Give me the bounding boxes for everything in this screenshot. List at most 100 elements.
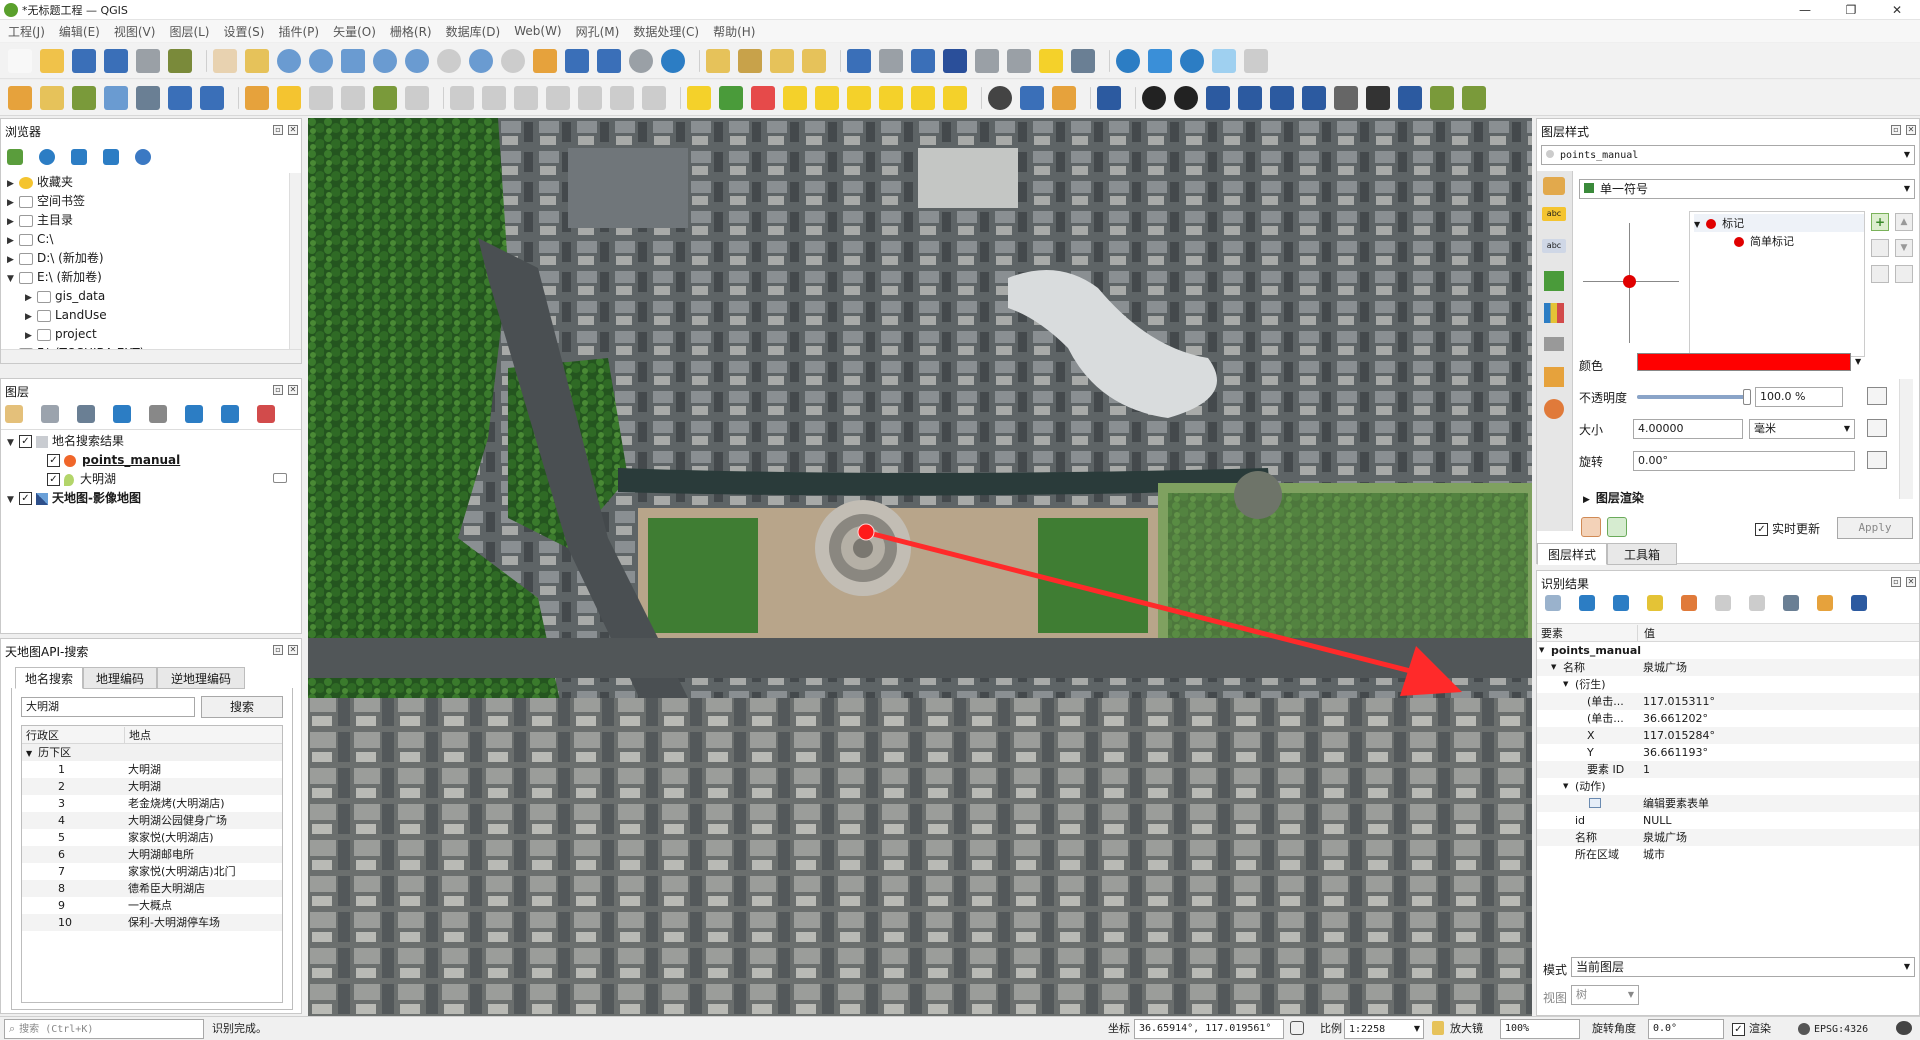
masks-icon[interactable]: abc (1542, 239, 1566, 253)
result-row[interactable]: 3 老金烧烤(大明湖店) (22, 795, 282, 812)
locator-search-icon[interactable] (1212, 48, 1236, 73)
chevron-down-icon[interactable]: ▼ (1904, 180, 1910, 198)
style-scrollbar[interactable] (1899, 379, 1913, 499)
circle-tool-icon[interactable] (1142, 85, 1166, 110)
data-defined-icon[interactable] (1867, 419, 1887, 437)
rotation-field[interactable]: 0.0° (1648, 1019, 1724, 1039)
fields-icon[interactable] (1544, 337, 1564, 351)
result-row[interactable]: 8 德希臣大明湖店 (22, 880, 282, 897)
layer-row-points[interactable]: ✓ points_manual (47, 451, 180, 470)
browser-item[interactable]: ▶ D:\ (新加卷) (7, 249, 104, 268)
identify-row[interactable]: (单击... 117.015311° (1537, 693, 1919, 710)
curve-tool-icon[interactable] (1206, 85, 1230, 110)
new-virtual-layer-icon[interactable] (136, 85, 160, 110)
chevron-down-icon[interactable]: ▼ (1414, 1020, 1420, 1038)
menu-item[interactable]: 设置(S) (224, 23, 265, 40)
remove-symbol-layer-icon[interactable] (1871, 239, 1889, 257)
menu-item[interactable]: 编辑(E) (59, 23, 100, 40)
data-defined-icon[interactable] (1867, 451, 1887, 469)
filter-legend-icon[interactable] (113, 405, 131, 423)
color-picker[interactable] (1637, 353, 1851, 371)
undo-style-icon[interactable] (1544, 399, 1564, 419)
plugin-icon[interactable] (988, 85, 1012, 110)
modify-attr-icon[interactable] (450, 85, 474, 110)
label-show-icon[interactable] (815, 85, 839, 110)
filter-icon[interactable] (71, 149, 87, 165)
search-input[interactable]: 大明湖 (21, 697, 195, 717)
size-unit-select[interactable]: 毫米 ▼ (1749, 419, 1855, 439)
chevron-down-icon[interactable]: ▼ (7, 491, 19, 510)
processing-icon[interactable] (911, 48, 935, 73)
live-update-checkbox[interactable]: ✓ 实时更新 (1755, 520, 1820, 537)
refresh-icon[interactable] (661, 48, 685, 73)
expand-all-icon[interactable] (1579, 595, 1595, 611)
map-tips-icon[interactable] (1071, 48, 1095, 73)
column-place[interactable]: 地点 (124, 727, 151, 743)
path-icon[interactable] (1462, 85, 1486, 110)
crosshair-icon[interactable] (1174, 85, 1198, 110)
layer-style-icon[interactable] (1148, 48, 1172, 73)
copy-icon[interactable] (546, 85, 570, 110)
style-manager-icon[interactable] (168, 48, 192, 73)
delete-icon[interactable] (482, 85, 506, 110)
add-point-icon[interactable] (373, 85, 397, 110)
measure-icon[interactable] (1007, 48, 1031, 73)
symbol-marker-row[interactable]: ▼ 标记 (1694, 214, 1864, 232)
tab-reverse-geocode[interactable]: 逆地理编码 (157, 667, 245, 689)
point-feature[interactable] (857, 523, 875, 541)
float-icon[interactable]: ▫ (273, 645, 283, 655)
redo-icon[interactable] (1607, 517, 1627, 537)
open-table-icon[interactable] (738, 48, 762, 73)
browser-item[interactable]: ▼ E:\ (新加卷) (7, 268, 102, 287)
browser-item[interactable]: ▶ C:\ (7, 230, 53, 249)
result-row[interactable]: 10 保利-大明湖停车场 (22, 914, 282, 931)
chevron-down-icon[interactable]: ▼ (26, 749, 32, 758)
label-move-icon[interactable] (847, 85, 871, 110)
menu-item[interactable]: 工程(J) (8, 23, 45, 40)
zoom-layer-icon[interactable] (405, 48, 429, 73)
lock-icon[interactable] (1895, 265, 1913, 283)
new-gpkg-icon[interactable] (40, 85, 64, 110)
column-district[interactable]: 行政区 (26, 727, 59, 743)
expand-tree-icon[interactable] (1545, 595, 1561, 611)
move-down-icon[interactable]: ▼ (1895, 239, 1913, 257)
menu-item[interactable]: 数据库(D) (446, 23, 501, 40)
menu-item[interactable]: Web(W) (514, 24, 561, 38)
tab-layer-style[interactable]: 图层样式 (1537, 543, 1607, 565)
select-features-icon[interactable] (706, 48, 730, 73)
bookmark-icon[interactable] (597, 48, 621, 73)
diagram-icon[interactable] (719, 85, 743, 110)
zoom-next-icon[interactable] (501, 48, 525, 73)
diagrams-icon[interactable] (1544, 303, 1564, 323)
add-symbol-layer-icon[interactable]: + (1871, 213, 1889, 231)
size-spinbox[interactable]: 4.00000 (1633, 419, 1743, 439)
browser-item[interactable]: ▶ 收藏夹 (7, 173, 73, 192)
label-change-icon[interactable] (911, 85, 935, 110)
collapse-all-icon[interactable] (221, 405, 239, 423)
column-feature[interactable]: 要素 (1541, 625, 1563, 641)
float-icon[interactable]: ▫ (1891, 125, 1901, 135)
close-icon[interactable]: ✕ (1906, 577, 1916, 587)
clear-results-icon[interactable] (1681, 595, 1697, 611)
label-rotate-icon[interactable] (879, 85, 903, 110)
vertex-tool-icon[interactable] (405, 85, 429, 110)
search-button[interactable]: 搜索 (201, 696, 283, 718)
chevron-right-icon[interactable]: ▶ (1583, 495, 1590, 505)
new-spatialite-icon[interactable] (104, 85, 128, 110)
zoom-selection-icon[interactable] (373, 48, 397, 73)
new-3d-view-icon[interactable] (565, 48, 589, 73)
browser-hscrollbar[interactable] (1, 349, 301, 363)
settings-icon[interactable] (1180, 48, 1204, 73)
browser-item[interactable]: ▶ LandUse (25, 306, 107, 325)
save-edits-icon[interactable] (309, 85, 333, 110)
history-icon[interactable] (1544, 367, 1564, 387)
attribute-table-icon[interactable] (879, 48, 903, 73)
collapse-all-icon[interactable] (103, 149, 119, 165)
crs-button[interactable]: EPSG:4326 (1798, 1021, 1868, 1038)
column-value[interactable]: 值 (1637, 625, 1655, 641)
settings-icon[interactable] (1817, 595, 1833, 611)
layer-group-row[interactable]: ▼ ✓ 地名搜索结果 (7, 432, 124, 451)
chevron-down-icon[interactable]: ▼ (1904, 958, 1910, 976)
paste-icon[interactable] (578, 85, 602, 110)
data-defined-icon[interactable] (1867, 387, 1887, 405)
